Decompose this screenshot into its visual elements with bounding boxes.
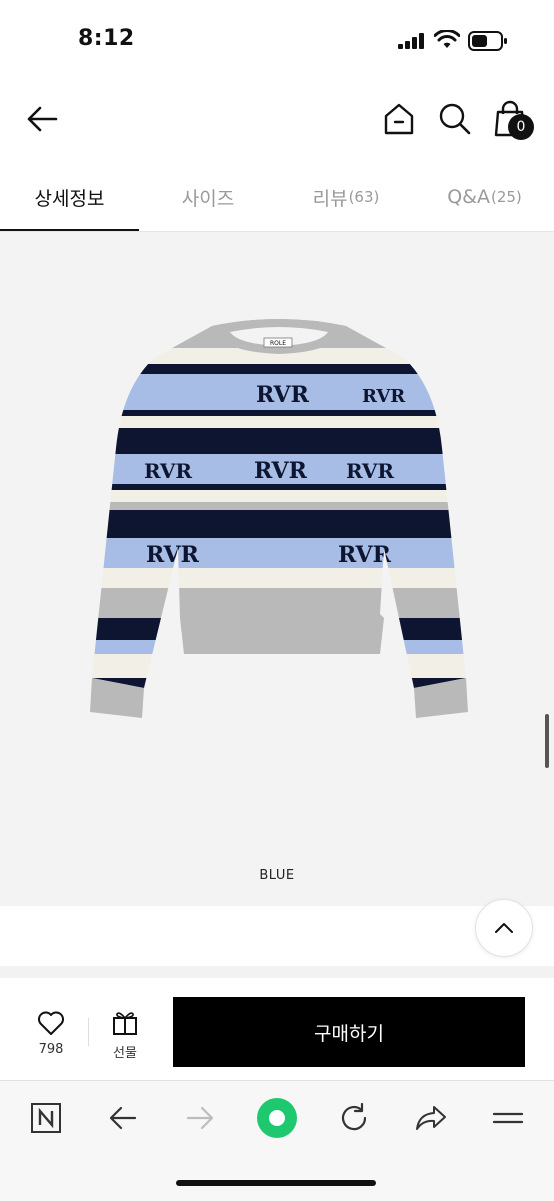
like-count: 798 bbox=[38, 1042, 64, 1057]
search-icon bbox=[439, 103, 471, 135]
menu-button[interactable] bbox=[486, 1096, 530, 1140]
home-indicator bbox=[176, 1180, 376, 1186]
svg-text:RVR: RVR bbox=[346, 459, 394, 483]
tab-reviews[interactable]: 리뷰 (63) bbox=[277, 162, 415, 232]
tab-details[interactable]: 상세정보 bbox=[0, 162, 139, 232]
hamburger-menu-icon bbox=[492, 1112, 524, 1124]
cart-button[interactable]: 0 bbox=[492, 100, 538, 146]
refresh-icon bbox=[341, 1102, 367, 1131]
wifi-icon bbox=[434, 30, 460, 48]
search-button[interactable] bbox=[436, 100, 474, 138]
svg-text:ROLE: ROLE bbox=[270, 340, 286, 347]
scrollbar-thumb[interactable] bbox=[545, 714, 549, 768]
tab-label: 사이즈 bbox=[181, 187, 235, 210]
svg-text:RVR: RVR bbox=[144, 459, 192, 483]
detail-tabs: 상세정보 사이즈 리뷰 (63) Q&A (25) bbox=[0, 162, 554, 232]
gift-button[interactable]: 선물 bbox=[100, 1010, 150, 1066]
back-button[interactable] bbox=[22, 100, 62, 140]
green-dot-icon bbox=[257, 1098, 297, 1138]
svg-text:RVR: RVR bbox=[254, 458, 308, 484]
tab-label: 상세정보 bbox=[34, 187, 105, 210]
browser-back-button[interactable] bbox=[101, 1096, 145, 1140]
section-divider bbox=[0, 966, 554, 978]
naver-home-button[interactable] bbox=[24, 1096, 68, 1140]
gift-icon bbox=[113, 1012, 137, 1035]
scroll-to-top-button[interactable] bbox=[475, 899, 533, 957]
tab-size[interactable]: 사이즈 bbox=[139, 162, 277, 232]
cellular-signal-icon bbox=[398, 33, 424, 49]
green-dot-button[interactable] bbox=[255, 1096, 299, 1140]
tab-count: (25) bbox=[490, 188, 522, 206]
svg-text:RVR: RVR bbox=[362, 386, 406, 407]
tab-label: Q&A bbox=[447, 186, 490, 208]
svg-text:RVR: RVR bbox=[338, 542, 392, 568]
share-button[interactable] bbox=[409, 1096, 453, 1140]
back-arrow-icon bbox=[27, 106, 58, 132]
forward-arrow-icon bbox=[186, 1106, 214, 1130]
home-icon bbox=[384, 103, 414, 135]
buy-button[interactable]: 구매하기 bbox=[173, 997, 525, 1067]
buy-bar-divider bbox=[88, 1018, 89, 1046]
tab-label: 리뷰 bbox=[312, 187, 348, 210]
like-button[interactable]: 798 bbox=[24, 1010, 78, 1066]
refresh-button[interactable] bbox=[332, 1096, 376, 1140]
product-color-label: BLUE bbox=[259, 868, 295, 883]
tab-qna[interactable]: Q&A (25) bbox=[415, 162, 554, 232]
browser-forward-button[interactable] bbox=[178, 1096, 222, 1140]
home-button[interactable] bbox=[380, 100, 418, 138]
cart-count-badge: 0 bbox=[508, 114, 534, 140]
chevron-up-icon bbox=[495, 923, 513, 933]
status-time: 8:12 bbox=[78, 26, 135, 51]
naver-n-icon bbox=[31, 1103, 61, 1133]
tab-count: (63) bbox=[348, 188, 380, 206]
gift-label: 선물 bbox=[113, 1046, 137, 1061]
svg-text:RVR: RVR bbox=[256, 382, 310, 408]
battery-icon bbox=[468, 31, 507, 51]
product-image-sweater: RVR RVR RVR RVR RVR RVR RVR ROLE bbox=[90, 319, 468, 718]
svg-text:RVR: RVR bbox=[146, 542, 200, 568]
heart-icon bbox=[38, 1011, 64, 1035]
back-arrow-icon bbox=[109, 1106, 137, 1130]
share-arrow-icon bbox=[416, 1106, 446, 1130]
